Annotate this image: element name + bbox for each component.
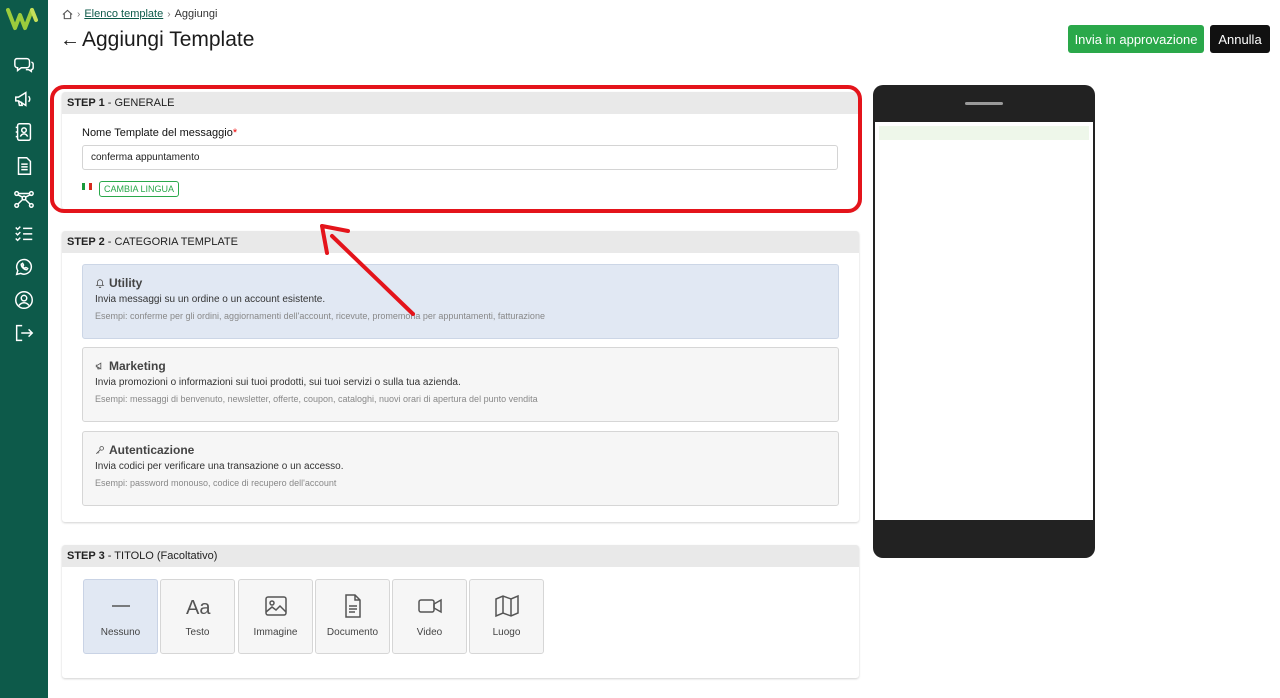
header-type-none[interactable]: Nessuno (83, 579, 158, 654)
breadcrumb: › Elenco template › Aggiungi (62, 8, 217, 20)
contacts-icon[interactable] (13, 121, 35, 143)
home-icon[interactable] (62, 9, 73, 20)
document-icon[interactable] (13, 155, 35, 177)
image-icon (239, 592, 312, 620)
category-option-marketing[interactable]: Marketing Invia promozioni o informazion… (82, 347, 839, 422)
logout-icon[interactable] (13, 322, 35, 344)
header-type-label: Testo (185, 627, 210, 638)
step2-header: STEP 2 - CATEGORIA TEMPLATE (62, 231, 859, 253)
dash-icon (84, 592, 157, 620)
header-type-document[interactable]: Documento (315, 579, 390, 654)
step2-card: STEP 2 - CATEGORIA TEMPLATE Utility Invi… (62, 231, 859, 522)
svg-text:Aa: Aa (186, 597, 211, 619)
step3-title: - TITOLO (Facoltativo) (104, 550, 218, 562)
header-type-label: Nessuno (100, 627, 141, 638)
breadcrumb-current: Aggiungi (174, 8, 218, 20)
page-title: ← Aggiungi Template (60, 28, 254, 52)
category-option-authentication[interactable]: Autenticazione Invia codici per verifica… (82, 431, 839, 506)
phone-screen (875, 122, 1093, 520)
category-examples: Esempi: messaggi di benvenuto, newslette… (95, 394, 538, 404)
app-logo[interactable] (6, 6, 42, 32)
breadcrumb-separator: › (77, 8, 81, 20)
cancel-button[interactable]: Annulla (1210, 25, 1270, 53)
megaphone-icon (95, 362, 102, 370)
category-examples: Esempi: conferme per gli ordini, aggiorn… (95, 311, 545, 321)
sidebar (0, 0, 48, 698)
category-examples: Esempi: password monouso, codice di recu… (95, 478, 337, 488)
page-title-text: Aggiungi Template (82, 28, 255, 51)
highlight-box (50, 85, 862, 213)
header-type-label: Video (416, 627, 443, 638)
category-title: Utility (109, 276, 143, 290)
header-type-label: Immagine (253, 627, 298, 638)
header-type-video[interactable]: Video (392, 579, 467, 654)
step3-card: STEP 3 - TITOLO (Facoltativo) Nessuno Aa… (62, 545, 859, 678)
header-type-image[interactable]: Immagine (238, 579, 313, 654)
chat-icon[interactable] (13, 54, 35, 76)
breadcrumb-link-template-list[interactable]: Elenco template (84, 8, 163, 20)
breadcrumb-separator: › (167, 8, 171, 20)
category-description: Invia promozioni o informazioni sui tuoi… (95, 377, 461, 388)
category-description: Invia codici per verificare una transazi… (95, 461, 344, 472)
category-title: Marketing (109, 359, 166, 373)
video-icon (393, 592, 466, 620)
back-arrow-icon[interactable]: ← (60, 29, 80, 52)
message-preview-bubble (879, 126, 1089, 140)
whatsapp-icon[interactable] (13, 256, 35, 278)
submit-approval-button[interactable]: Invia in approvazione (1068, 25, 1204, 53)
phone-speaker (965, 102, 1003, 105)
step3-header: STEP 3 - TITOLO (Facoltativo) (62, 545, 859, 567)
step3-number: STEP 3 (67, 550, 105, 562)
category-description: Invia messaggi su un ordine o un account… (95, 294, 326, 305)
header-type-location[interactable]: Luogo (469, 579, 544, 654)
checklist-icon[interactable] (13, 222, 35, 244)
header-type-text[interactable]: Aa Testo (160, 579, 235, 654)
text-icon: Aa (161, 592, 234, 620)
document-icon (316, 592, 389, 620)
step2-number: STEP 2 (67, 236, 105, 248)
header-type-label: Documento (326, 627, 379, 638)
bell-icon (95, 279, 105, 288)
step2-title: - CATEGORIA TEMPLATE (104, 236, 238, 248)
user-icon[interactable] (13, 289, 35, 311)
header-type-label: Luogo (492, 627, 521, 638)
flow-icon[interactable] (13, 188, 35, 210)
megaphone-icon[interactable] (13, 88, 35, 110)
category-option-utility[interactable]: Utility Invia messaggi su un ordine o un… (82, 264, 839, 339)
category-title: Autenticazione (109, 443, 195, 457)
phone-preview (873, 85, 1095, 558)
key-icon (95, 446, 104, 455)
map-icon (470, 592, 543, 620)
